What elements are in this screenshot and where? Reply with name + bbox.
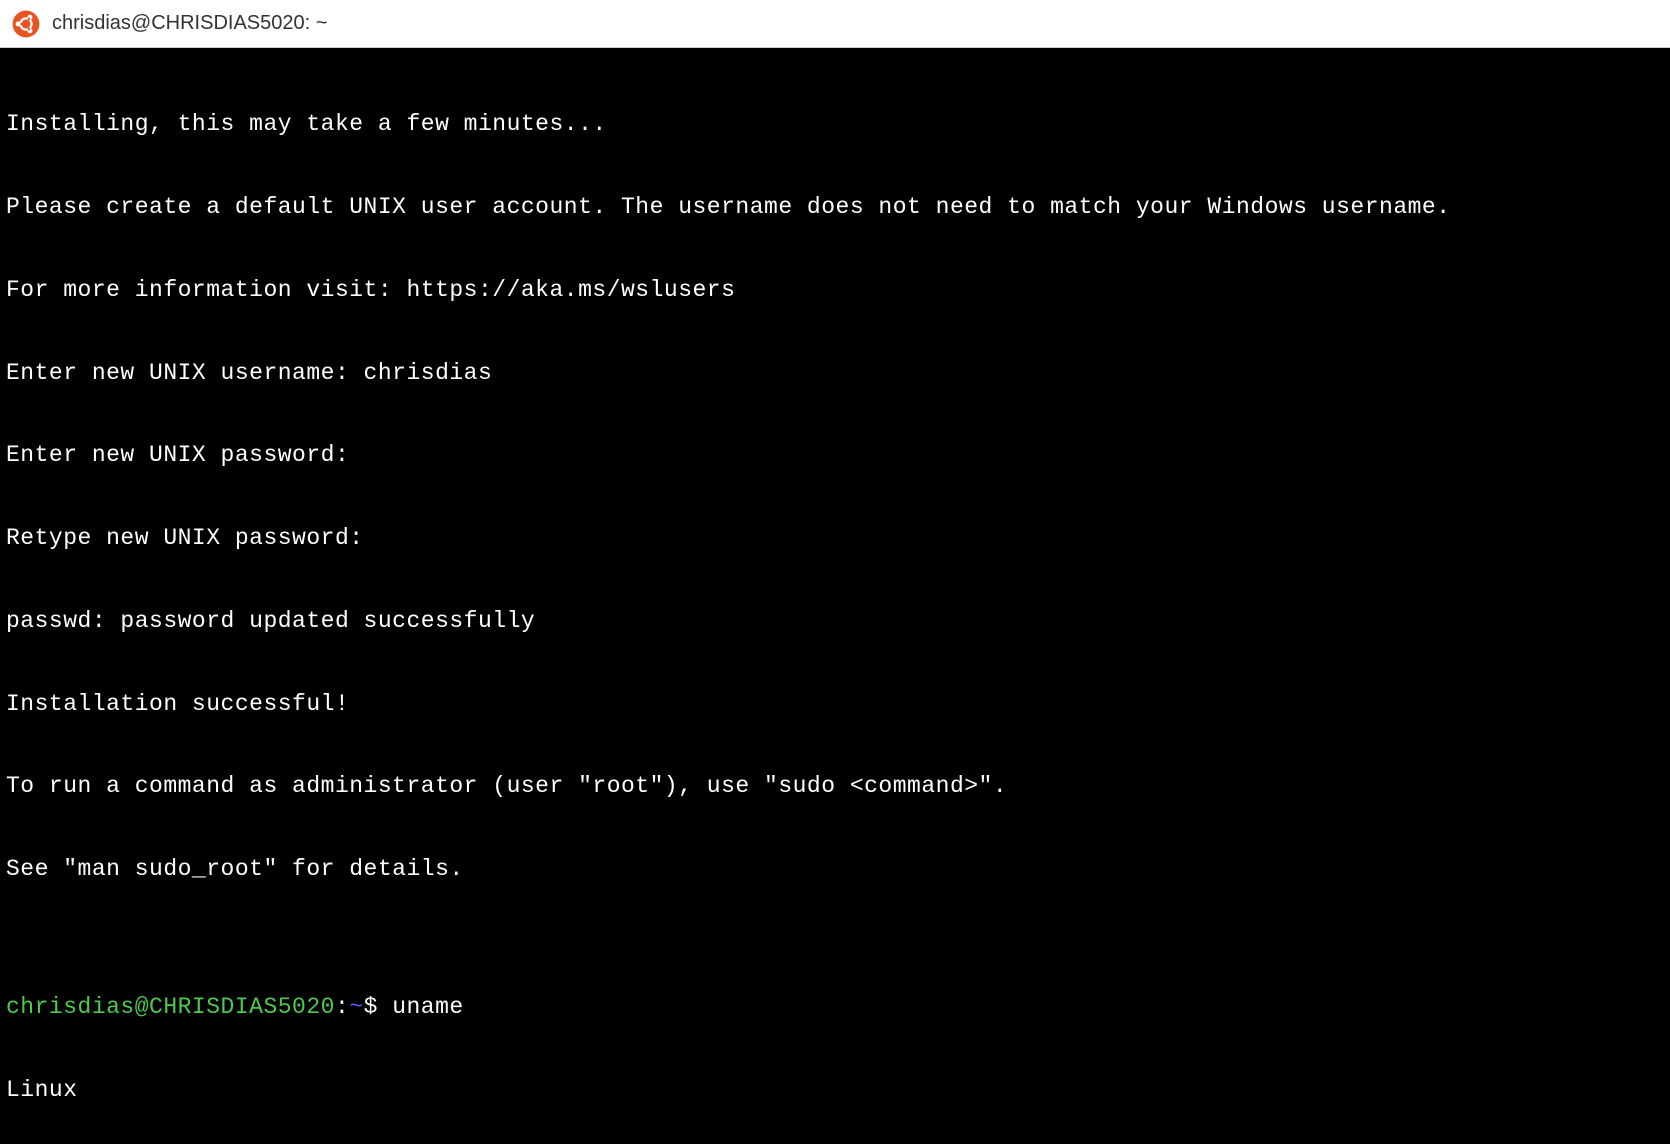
terminal-prompt-line: chrisdias@CHRISDIAS5020:~$ uname [6,994,1664,1022]
command-text: uname [378,994,464,1020]
terminal-output-line: Installing, this may take a few minutes.… [6,111,1664,139]
prompt-dollar: $ [364,994,378,1020]
terminal-output-line: Enter new UNIX username: chrisdias [6,360,1664,388]
prompt-colon: : [335,994,349,1020]
terminal-output-line: Enter new UNIX password: [6,442,1664,470]
terminal-output-line: passwd: password updated successfully [6,608,1664,636]
terminal-output-line: Please create a default UNIX user accoun… [6,194,1664,222]
terminal-output-line: To run a command as administrator (user … [6,773,1664,801]
terminal-output-line: Linux [6,1077,1664,1105]
titlebar: chrisdias@CHRISDIAS5020: ~ [0,0,1670,48]
prompt-path: ~ [349,994,363,1020]
prompt-user: chrisdias@CHRISDIAS5020 [6,994,335,1020]
ubuntu-icon [12,10,40,38]
terminal-output-line: For more information visit: https://aka.… [6,277,1664,305]
terminal-area[interactable]: Installing, this may take a few minutes.… [0,48,1670,572]
terminal-output-line: See "man sudo_root" for details. [6,856,1664,884]
terminal-output-line: Installation successful! [6,691,1664,719]
terminal-output-line: Retype new UNIX password: [6,525,1664,553]
window-title: chrisdias@CHRISDIAS5020: ~ [52,12,327,35]
